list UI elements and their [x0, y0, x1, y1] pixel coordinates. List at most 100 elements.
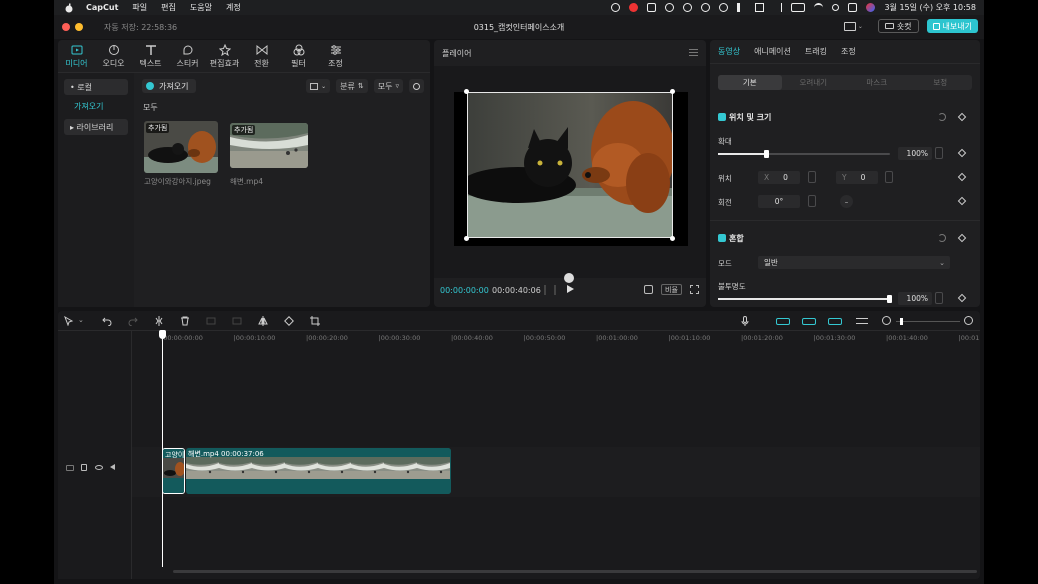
timeline-scrollbar[interactable] [173, 570, 977, 573]
tab-adjust[interactable]: 조정 [841, 46, 856, 57]
shortcut-button[interactable]: 숏컷 [877, 19, 919, 33]
subtab-mask[interactable]: 마스크 [845, 75, 909, 90]
chevron-down-icon[interactable]: ⌄ [78, 316, 88, 326]
tool-audio[interactable]: 오디오 [95, 40, 132, 72]
playhead-line[interactable] [162, 333, 163, 567]
opacity-slider[interactable] [718, 295, 892, 303]
tool-sticker[interactable]: 스티커 [169, 40, 206, 72]
position-x-field[interactable]: X 0 [758, 171, 800, 184]
shield-icon[interactable] [647, 3, 657, 12]
menu-help[interactable]: 도움말 [190, 2, 212, 13]
battery-icon[interactable] [791, 3, 806, 12]
notification-icon[interactable] [629, 3, 639, 12]
wordpress-icon[interactable] [683, 3, 693, 12]
sidebar-item-import[interactable]: 가져오기 [74, 101, 134, 113]
filter-button[interactable]: 모두 ▿ [373, 79, 403, 93]
transform-handle[interactable] [670, 236, 675, 241]
speaker-icon[interactable] [110, 464, 115, 470]
tool-adjust[interactable]: 조정 [317, 40, 354, 72]
blend-checkbox[interactable] [718, 234, 726, 242]
scale-stepper[interactable] [935, 147, 943, 159]
lock-icon[interactable] [81, 464, 87, 471]
layout-button[interactable]: ⌄ [843, 19, 870, 33]
menu-account[interactable]: 계정 [226, 2, 241, 13]
tab-video[interactable]: 동영상 [718, 46, 740, 57]
tool-filter[interactable]: 필터 [280, 40, 317, 72]
ratio-button[interactable]: 비율 [661, 284, 682, 295]
auto-snap-icon[interactable] [802, 318, 816, 325]
menu-file[interactable]: 파일 [132, 2, 147, 13]
delete-icon[interactable] [180, 316, 190, 326]
tool-effects[interactable]: 편집효과 [206, 40, 243, 72]
transform-handle[interactable] [670, 89, 675, 94]
app-menu-name[interactable]: CapCut [86, 3, 118, 12]
scale-slider[interactable] [718, 150, 890, 158]
preview-axis-icon[interactable] [856, 318, 868, 324]
main-track-magnet-icon[interactable] [776, 318, 790, 325]
tab-animation[interactable]: 애니메이션 [754, 46, 791, 57]
zoom-out-icon[interactable] [882, 316, 891, 325]
opacity-slider-knob[interactable] [887, 295, 892, 303]
subtab-retouch[interactable]: 보정 [909, 75, 973, 90]
track-preview-icon[interactable] [66, 465, 74, 471]
fullscreen-screenshot-icon[interactable] [644, 285, 653, 294]
search-icon[interactable] [832, 4, 840, 11]
record-icon[interactable] [611, 3, 621, 12]
split-icon[interactable] [154, 316, 164, 326]
timeline-ruler[interactable]: |00:00:00:00 |00:00:10:00 |00:00:20:00 |00:… [161, 331, 980, 345]
wifi-icon[interactable] [814, 3, 824, 12]
bluetooth-icon[interactable] [773, 3, 783, 12]
scale-value-field[interactable]: 100% [898, 147, 932, 160]
linkage-icon[interactable] [828, 318, 842, 325]
export-button[interactable]: 내보내기 [926, 19, 978, 33]
reset-icon[interactable] [938, 113, 946, 121]
sort-button[interactable]: 분류 ⇅ [336, 79, 368, 93]
zoom-slider[interactable] [896, 318, 960, 325]
flip-button[interactable]: – [840, 195, 853, 208]
keyframe-icon[interactable] [957, 233, 967, 243]
tool-media[interactable]: 미디어 [58, 40, 95, 72]
menu-edit[interactable]: 편집 [161, 2, 176, 13]
media-thumb-beach[interactable]: 추가됨 [230, 123, 308, 168]
media-search-button[interactable] [409, 79, 424, 93]
subtab-cutout[interactable]: 오려내기 [782, 75, 846, 90]
zoom-in-icon[interactable] [964, 316, 973, 325]
rotate-handle-icon[interactable] [564, 273, 574, 283]
position-y-field[interactable]: Y 0 [836, 171, 878, 184]
crop-icon[interactable] [310, 316, 320, 326]
tab-tracking[interactable]: 트래킹 [805, 46, 827, 57]
hamburger-icon[interactable] [689, 49, 698, 56]
keyframe-icon[interactable] [957, 148, 967, 158]
control-center-icon[interactable] [848, 3, 858, 12]
blend-mode-select[interactable]: 일반 ⌄ [758, 256, 950, 269]
eye-icon[interactable] [95, 465, 103, 470]
rotate-icon[interactable] [284, 316, 294, 326]
import-button[interactable]: 가져오기 [142, 79, 197, 93]
undo-icon[interactable] [102, 316, 112, 326]
keyframe-icon[interactable] [957, 172, 967, 182]
transform-handle[interactable] [464, 89, 469, 94]
position-y-stepper[interactable] [885, 171, 893, 183]
position-x-stepper[interactable] [808, 171, 816, 183]
opacity-stepper[interactable] [935, 292, 943, 304]
freeze-icon[interactable] [206, 316, 216, 326]
rotation-stepper[interactable] [808, 195, 816, 207]
transform-handle[interactable] [464, 236, 469, 241]
volume-icon[interactable] [737, 3, 746, 12]
mirror-icon[interactable] [258, 316, 268, 326]
keyframe-icon[interactable] [957, 293, 967, 303]
preview-image[interactable] [467, 92, 673, 238]
microphone-icon[interactable] [740, 316, 750, 326]
play-button[interactable] [567, 285, 574, 293]
sidebar-item-library[interactable]: ▸ 라이브러리 [64, 119, 128, 135]
scale-slider-knob[interactable] [764, 150, 769, 158]
apple-icon[interactable] [64, 3, 74, 13]
rotation-field[interactable]: 0° [758, 195, 800, 208]
battery-app-icon[interactable] [755, 3, 765, 12]
position-size-checkbox[interactable] [718, 113, 726, 121]
tool-text[interactable]: 텍스트 [132, 40, 169, 72]
menubar-clock[interactable]: 3월 15일 (수) 오후 10:58 [884, 2, 976, 13]
fullscreen-icon[interactable] [690, 285, 699, 294]
reset-icon[interactable] [938, 234, 946, 242]
media-thumb-cat-dog[interactable]: 추가됨 [144, 121, 218, 173]
